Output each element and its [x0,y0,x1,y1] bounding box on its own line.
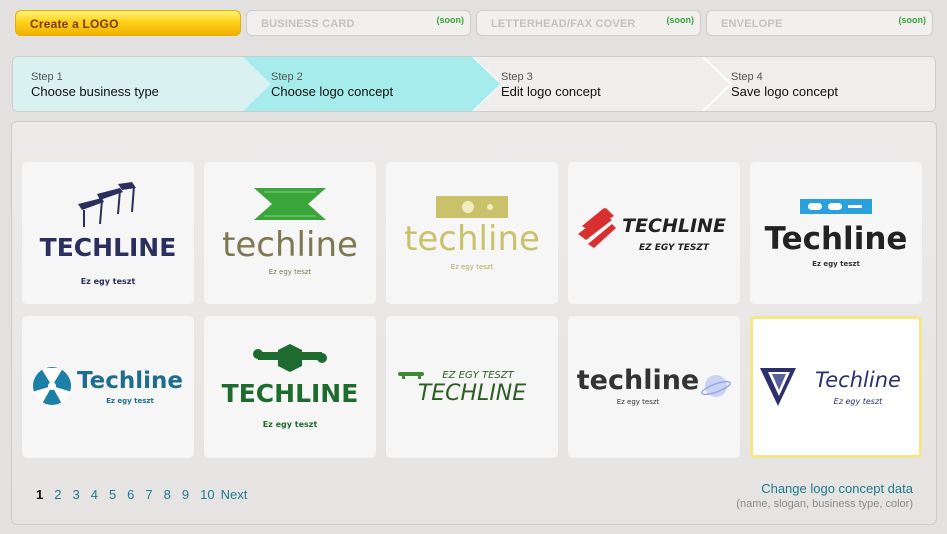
logo-name: TECHLINE [222,379,359,408]
soon-badge: (soon) [898,15,927,25]
radiation-logo-icon [32,367,72,405]
page-link-2[interactable]: 2 [54,487,61,502]
wizard-steps: Step 1 Choose business type Step 2 Choos… [12,56,936,112]
step-number: Step 2 [271,71,303,83]
soon-badge: (soon) [436,15,465,25]
logo-slogan: Ez egy teszt [451,263,494,271]
logo-card-7[interactable]: TECHLINE Ez egy teszt [204,316,376,458]
page-link-8[interactable]: 8 [164,487,171,502]
next-page-link[interactable]: Next [221,487,248,502]
logo-name: techline [404,219,540,259]
page-link-1: 1 [36,487,44,502]
planet-logo-icon [701,375,731,397]
change-logo-data-link[interactable]: Change logo concept data [761,481,913,496]
step-number: Step 3 [501,71,533,83]
tab-letterhead[interactable]: LETTERHEAD/FAX COVER (soon) [476,10,701,36]
logo-name: techline [577,365,700,396]
logo-card-3[interactable]: techline Ez egy teszt [386,162,558,304]
step-name: Choose business type [31,84,159,99]
product-tabs: Create a LOGO BUSINESS CARD (soon) LETTE… [15,10,933,38]
hammer-logo-icon [78,182,136,227]
step-name: Choose logo concept [271,84,394,99]
page-link-7[interactable]: 7 [145,487,152,502]
tab-business-card[interactable]: BUSINESS CARD (soon) [246,10,471,36]
logo-slogan: Ez egy teszt [263,420,318,429]
logo-slogan: Ez egy teszt [106,397,154,405]
logo-name: Techline [815,368,901,392]
wrench-logo-icon [253,344,327,372]
change-logo-data-hint: (name, slogan, business type, color) [736,498,913,510]
chevron-logo-icon [254,188,326,220]
logo-card-5[interactable]: Techline Ez egy teszt [750,162,922,304]
page-link-3[interactable]: 3 [72,487,79,502]
step-2: Step 2 Choose logo concept [253,57,483,111]
page-link-10[interactable]: 10 [200,487,214,502]
step-1[interactable]: Step 1 Choose business type [13,57,243,111]
rail-logo-icon [398,372,424,379]
step-name: Edit logo concept [501,84,601,99]
step-number: Step 1 [31,71,63,83]
tab-envelope[interactable]: ENVELOPE (soon) [706,10,933,36]
logo-name: Techline [765,221,908,257]
logo-card-10-selected[interactable]: Techline Ez egy teszt [750,316,922,458]
logo-card-9[interactable]: techline Ez egy teszt [568,316,740,458]
pagination: 1 2 3 4 5 6 7 8 9 10 Next [36,487,258,502]
logo-slogan: EZ EGY TESZT [442,370,514,381]
logo-name: TECHLINE [418,381,526,406]
logo-name: TECHLINE [40,233,177,262]
logo-card-8[interactable]: EZ EGY TESZT TECHLINE [386,316,558,458]
step-name: Save logo concept [731,84,838,99]
triangle-logo-icon [760,368,796,406]
soon-badge: (soon) [666,15,695,25]
page-link-9[interactable]: 9 [182,487,189,502]
tab-label: Create a LOGO [30,17,119,31]
logo-name: TECHLINE [622,215,726,237]
logo-card-2[interactable]: techline Ez egy teszt [204,162,376,304]
logo-slogan: Ez egy teszt [269,268,312,276]
tab-label: BUSINESS CARD [261,18,355,30]
logo-card-1[interactable]: TECHLINE Ez egy teszt [22,162,194,304]
logo-slogan: Ez egy teszt [812,260,860,268]
tab-create-logo[interactable]: Create a LOGO [15,10,241,36]
tab-label: ENVELOPE [721,18,783,30]
logo-name: Techline [77,368,183,394]
stripes-logo-icon [578,208,616,248]
logo-slogan: Ez egy teszt [81,277,136,286]
step-4: Step 4 Save logo concept [713,57,933,111]
step-3: Step 3 Edit logo concept [483,57,713,111]
page-link-5[interactable]: 5 [109,487,116,502]
bar-logo-icon [800,199,872,214]
page-link-4[interactable]: 4 [91,487,98,502]
logo-slogan: Ez egy teszt [834,397,884,406]
logo-slogan: EZ EGY TESZT [639,243,710,253]
page-link-6[interactable]: 6 [127,487,134,502]
step-number: Step 4 [731,71,763,83]
logo-name: techline [222,225,358,265]
logo-slogan: Ez egy teszt [617,398,660,406]
logo-card-4[interactable]: TECHLINE EZ EGY TESZT [568,162,740,304]
tab-label: LETTERHEAD/FAX COVER [491,18,636,30]
logo-card-6[interactable]: Techline Ez egy teszt [22,316,194,458]
chip-logo-icon [436,196,508,218]
